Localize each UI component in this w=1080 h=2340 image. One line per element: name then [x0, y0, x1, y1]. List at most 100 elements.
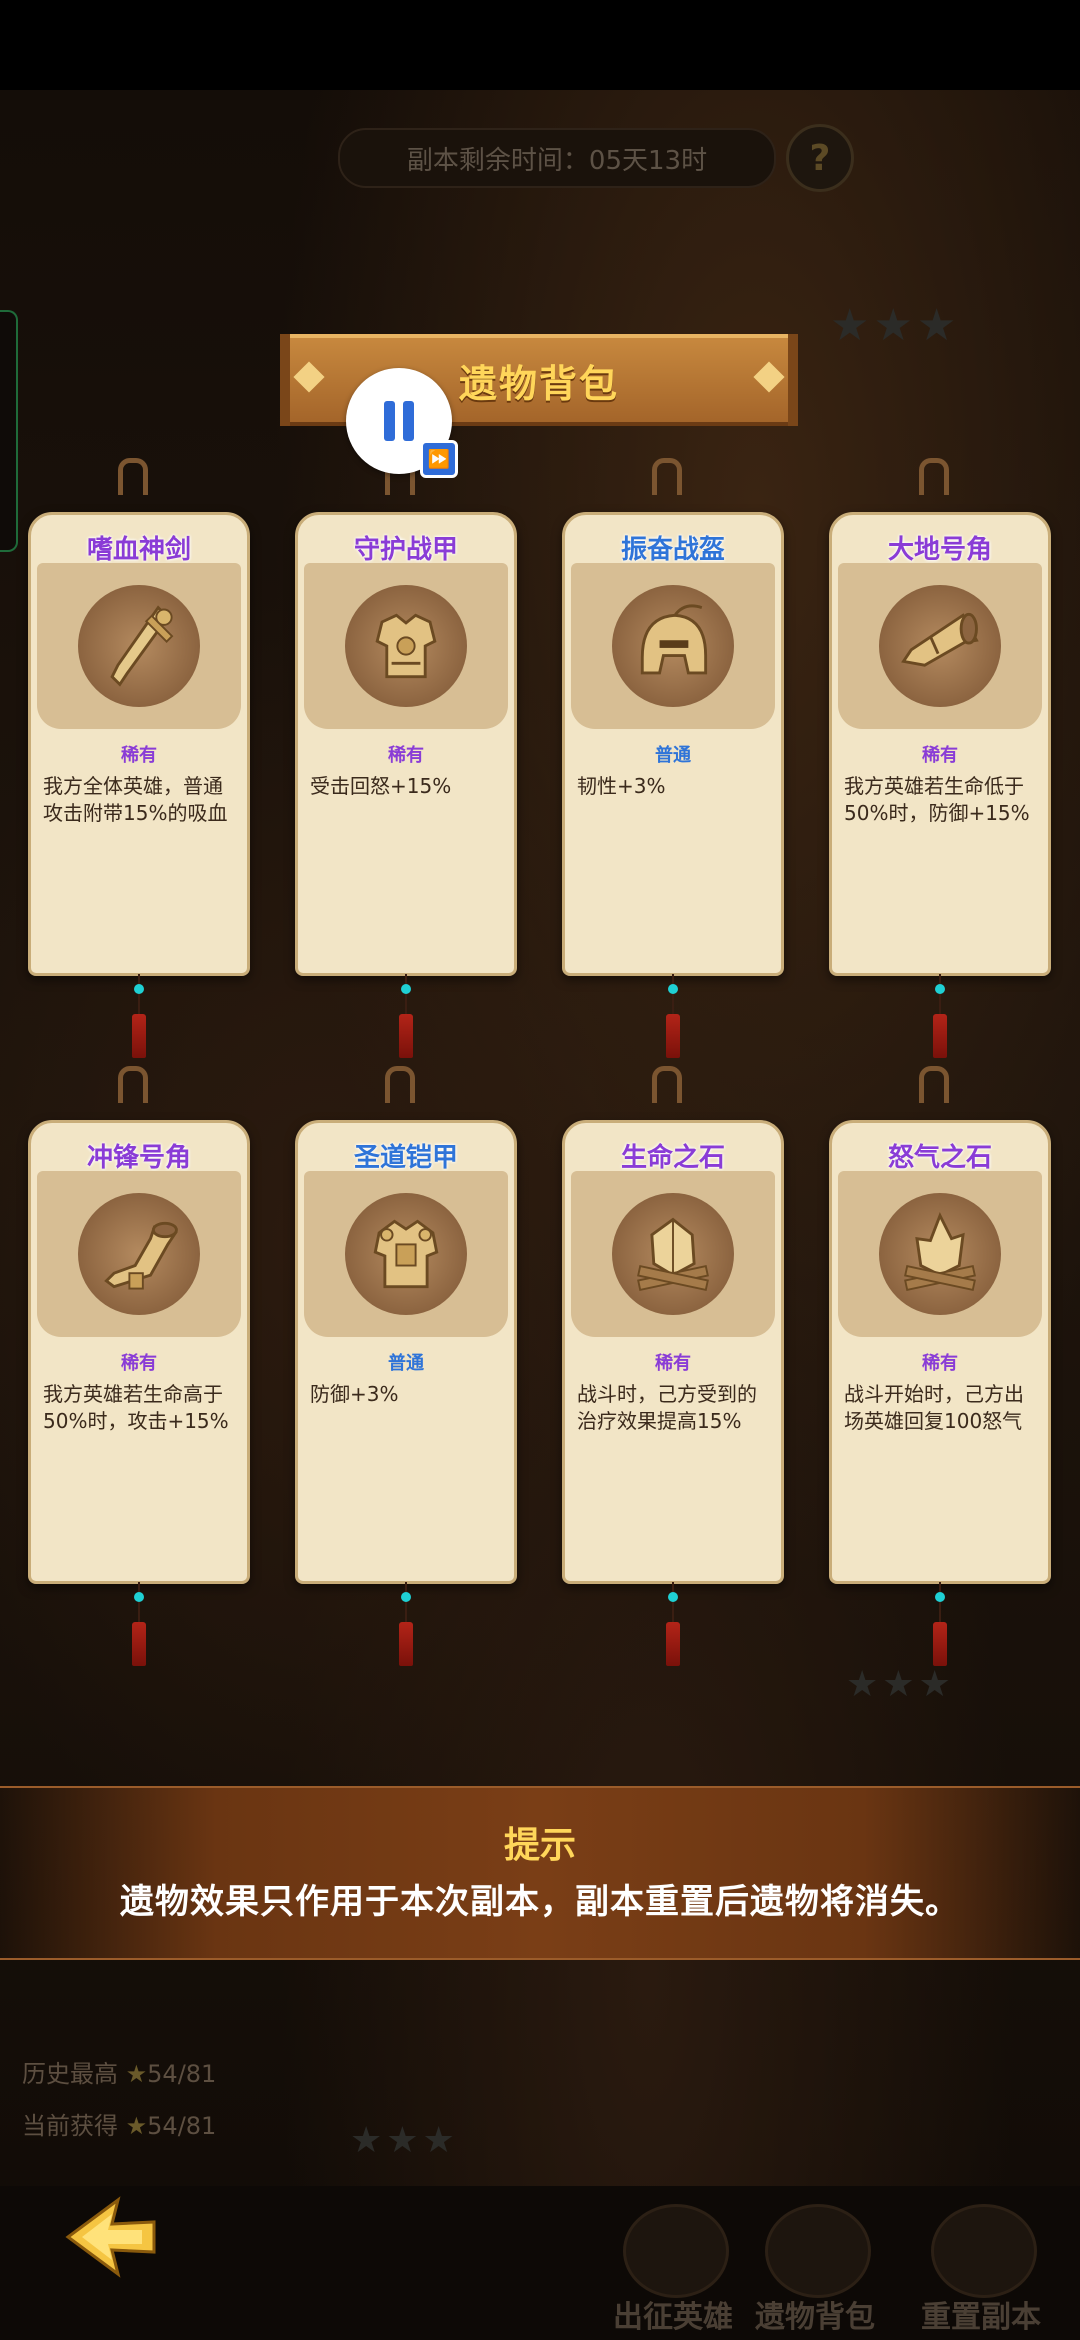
relic-description: 战斗开始时，己方出场英雄回复100怒气 [844, 1382, 1024, 1433]
horn-icon [104, 1221, 178, 1290]
relic-name: 振奋战盔 [620, 535, 725, 565]
relic-description: 战斗时，己方受到的治疗效果提高15% [577, 1382, 757, 1433]
relic-card-body: 生命之石 稀有 战斗时，己方受到的治疗效果提高15% [562, 1120, 784, 1584]
relic-card[interactable]: 怒气之石 稀有 战斗开始时，己方出场英雄回复100怒气 [829, 1066, 1051, 1666]
banner-diamond-icon [753, 361, 785, 393]
relic-name: 圣道铠甲 [353, 1143, 458, 1173]
horn-icon [901, 612, 979, 667]
status-bar-area [0, 0, 1080, 92]
relic-card[interactable]: 大地号角 稀有 我方英雄若生命低于50%时，防御+15% [829, 458, 1051, 1058]
relic-rarity: 稀有 [655, 1353, 691, 1374]
relic-description: 韧性+3% [577, 774, 666, 798]
banner-diamond-icon [293, 361, 325, 393]
relic-rarity: 普通 [655, 745, 691, 766]
tip-text: 遗物效果只作用于本次副本，副本重置后遗物将消失。 [120, 1882, 960, 1922]
relic-rarity: 稀有 [922, 745, 958, 766]
relic-rarity: 稀有 [922, 1353, 958, 1374]
question-icon: ? [809, 137, 831, 179]
tassel [131, 974, 147, 1062]
tassel [131, 1582, 147, 1670]
relic-rarity: 稀有 [121, 1353, 157, 1374]
helmet-icon [640, 604, 708, 675]
relic-portrait [571, 563, 775, 729]
tip-title: 提示 [503, 1825, 576, 1866]
relic-name: 生命之石 [620, 1143, 725, 1173]
star-icon: ★ [125, 2060, 148, 2088]
relic-card-body: 守护战甲 稀有 受击回怒+15% [295, 512, 517, 976]
relic-name: 守护战甲 [353, 535, 458, 565]
relic-card[interactable]: 冲锋号角 稀有 我方英雄若生命高于50%时，攻击+15% [28, 1066, 250, 1666]
hook-icon [652, 1066, 682, 1103]
nav-relics-label: 遗物背包 [755, 2300, 875, 2335]
relic-portrait [304, 1171, 508, 1337]
hook-icon [385, 1066, 415, 1103]
relic-card[interactable]: 振奋战盔 普通 韧性+3% [562, 458, 784, 1058]
panel-title: 遗物背包 [458, 361, 619, 406]
nav-reset[interactable]: 重置副本 [906, 2204, 1056, 2335]
help-button[interactable]: ? [786, 124, 854, 192]
armor-icon [373, 1219, 439, 1289]
relic-description: 我方全体英雄，普通攻击附带15%的吸血 [43, 774, 228, 825]
back-button[interactable] [60, 2192, 160, 2282]
armor-icon [375, 613, 437, 679]
fast-forward-button[interactable]: ⏩ [420, 440, 458, 478]
hook-icon [652, 458, 682, 495]
relic-rarity: 稀有 [121, 745, 157, 766]
stars-decoration: ★★★ [846, 1664, 955, 1705]
relic-card-body: 嗜血神剑 稀有 我方全体英雄，普通攻击附带15%的吸血 [28, 512, 250, 976]
relic-card-body: 振奋战盔 普通 韧性+3% [562, 512, 784, 976]
pause-icon [384, 401, 395, 441]
relic-description: 我方英雄若生命低于50%时，防御+15% [844, 774, 1030, 825]
hook-icon [118, 458, 148, 495]
star-icon: ★ [125, 2112, 148, 2140]
relic-card[interactable]: 生命之石 稀有 战斗时，己方受到的治疗效果提高15% [562, 1066, 784, 1666]
dungeon-timer: 副本剩余时间：05天13时 [338, 128, 776, 188]
relic-portrait [37, 1171, 241, 1337]
relic-name: 冲锋号角 [86, 1143, 191, 1173]
relic-portrait [304, 563, 508, 729]
relic-card-body: 大地号角 稀有 我方英雄若生命低于50%时，防御+15% [829, 512, 1051, 976]
relic-bag-icon [765, 2204, 871, 2298]
hook-icon [919, 458, 949, 495]
stars-decoration: ★★★ [350, 2120, 459, 2161]
relic-portrait [838, 563, 1042, 729]
relic-card-body: 冲锋号角 稀有 我方英雄若生命高于50%时，攻击+15% [28, 1120, 250, 1584]
nav-heroes-label: 出征英雄 [613, 2300, 733, 2335]
current-gained-stat: 当前获得 ★54/81 [22, 2112, 217, 2140]
nav-heroes[interactable]: 出征英雄 [598, 2204, 748, 2335]
tassel [932, 1582, 948, 1670]
tassel [932, 974, 948, 1062]
relic-card-body: 圣道铠甲 普通 防御+3% [295, 1120, 517, 1584]
sword-icon [110, 605, 174, 687]
nav-relics[interactable]: 遗物背包 [740, 2204, 890, 2335]
relic-rarity: 普通 [388, 1353, 424, 1374]
relic-card[interactable]: 圣道铠甲 普通 防御+3% [295, 1066, 517, 1666]
tassel [398, 974, 414, 1062]
hero-icon [623, 2204, 729, 2298]
relic-card[interactable]: 嗜血神剑 稀有 我方全体英雄，普通攻击附带15%的吸血 [28, 458, 250, 1058]
fast-forward-icon: ⏩ [427, 448, 451, 470]
hook-icon [919, 1066, 949, 1103]
relic-description: 防御+3% [310, 1382, 399, 1406]
relic-portrait [571, 1171, 775, 1337]
side-tab [0, 310, 18, 552]
relic-card[interactable]: 守护战甲 稀有 受击回怒+15% [295, 458, 517, 1058]
stone-icon [637, 1217, 709, 1292]
relic-description: 受击回怒+15% [310, 774, 452, 798]
relic-portrait [37, 563, 241, 729]
relic-name: 怒气之石 [887, 1143, 992, 1173]
tassel [398, 1582, 414, 1670]
tip-banner: 提示 遗物效果只作用于本次副本，副本重置后遗物将消失。 [0, 1786, 1080, 1960]
relic-description: 我方英雄若生命高于50%时，攻击+15% [43, 1382, 229, 1433]
stars-decoration: ★★★ [830, 300, 961, 351]
relic-portrait [838, 1171, 1042, 1337]
back-arrow-icon [65, 2196, 156, 2278]
relic-name: 大地号角 [887, 535, 992, 565]
relic-name: 嗜血神剑 [86, 535, 191, 565]
hook-icon [118, 1066, 148, 1103]
relic-rarity: 稀有 [388, 745, 424, 766]
tassel [665, 1582, 681, 1670]
relic-card-body: 怒气之石 稀有 战斗开始时，己方出场英雄回复100怒气 [829, 1120, 1051, 1584]
tassel [665, 974, 681, 1062]
nav-reset-label: 重置副本 [921, 2300, 1041, 2335]
